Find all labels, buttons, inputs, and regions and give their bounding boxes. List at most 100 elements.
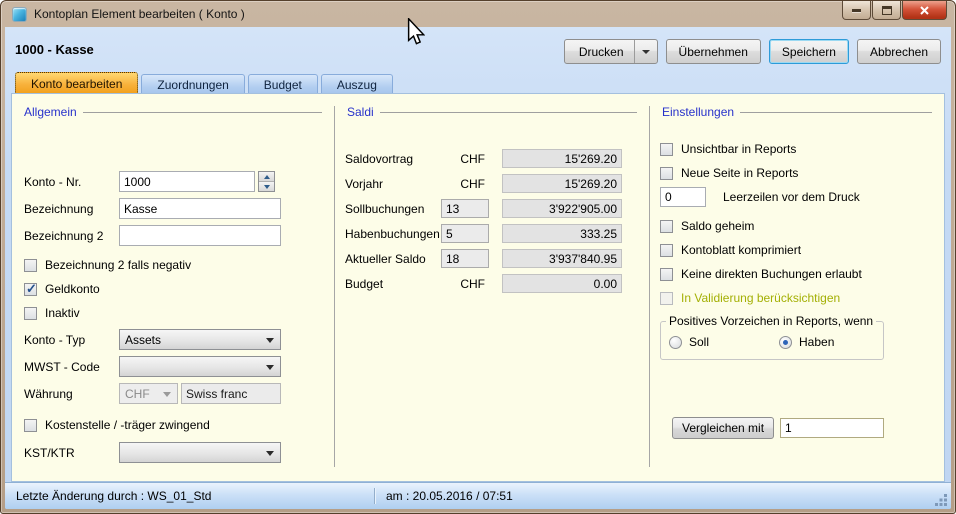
stepper-up-button[interactable] xyxy=(259,172,274,181)
saldi-panel: Saldi Saldovortrag CHF 15'269.20 Vorjahr… xyxy=(335,94,649,481)
habenbuchungen-label: Habenbuchungen xyxy=(345,227,441,241)
einstellungen-group-header: Einstellungen xyxy=(662,105,932,119)
sollbuchungen-value: 3'922'905.00 xyxy=(502,199,622,218)
inaktiv-checkbox[interactable] xyxy=(24,307,37,320)
window-controls xyxy=(842,1,947,20)
kostenstelle-row: Kostenstelle / -träger zwingend xyxy=(24,418,334,432)
neue-seite-checkbox[interactable] xyxy=(660,167,673,180)
bezeichnung2-negativ-checkbox[interactable] xyxy=(24,259,37,272)
vorzeichen-title: Positives Vorzeichen in Reports, wenn xyxy=(666,314,876,328)
bezeichnung2-row: Bezeichnung 2 xyxy=(24,225,334,246)
saldovortrag-value: 15'269.20 xyxy=(502,149,622,168)
window-title: Kontoplan Element bearbeiten ( Konto ) xyxy=(34,7,245,21)
close-button[interactable] xyxy=(902,1,947,20)
saldovortrag-row: Saldovortrag CHF 15'269.20 xyxy=(345,149,635,168)
drucken-button[interactable]: Drucken xyxy=(564,39,658,64)
kst-ktr-label: KST/KTR xyxy=(24,446,119,460)
validierung-row: In Validierung berücksichtigen xyxy=(660,291,944,305)
vergleichen-input[interactable] xyxy=(780,418,884,438)
action-buttons: Drucken Übernehmen Speichern Abbrechen xyxy=(564,39,941,64)
abbrechen-button[interactable]: Abbrechen xyxy=(857,39,941,64)
bezeichnung-label: Bezeichnung xyxy=(24,202,119,216)
konto-nr-input[interactable] xyxy=(119,171,255,192)
mwst-code-select[interactable] xyxy=(119,356,281,377)
soll-radio[interactable] xyxy=(669,336,682,349)
kontoblatt-checkbox[interactable] xyxy=(660,244,673,257)
uebernehmen-button[interactable]: Übernehmen xyxy=(666,39,761,64)
kst-ktr-select[interactable] xyxy=(119,442,281,463)
kontoblatt-row: Kontoblatt komprimiert xyxy=(660,243,944,257)
vergleichen-mit-button[interactable]: Vergleichen mit xyxy=(672,417,774,439)
resize-grip[interactable] xyxy=(935,493,948,506)
tab-bar: Konto bearbeiten Zuordnungen Budget Ausz… xyxy=(15,72,393,95)
leerzeilen-input[interactable] xyxy=(660,187,706,207)
sollbuchungen-row: Sollbuchungen 13 3'922'905.00 xyxy=(345,199,635,218)
vorzeichen-groupbox: Positives Vorzeichen in Reports, wenn So… xyxy=(660,321,884,360)
vorzeichen-options: Soll Haben xyxy=(669,335,883,349)
geldkonto-checkbox[interactable] xyxy=(24,283,37,296)
geldkonto-row: Geldkonto xyxy=(24,282,334,296)
kostenstelle-checkbox[interactable] xyxy=(24,419,37,432)
maximize-button[interactable] xyxy=(872,1,901,20)
aktueller-saldo-count: 18 xyxy=(441,249,489,268)
sollbuchungen-count: 13 xyxy=(441,199,489,218)
tab-budget[interactable]: Budget xyxy=(248,74,318,95)
budget-value: 0.00 xyxy=(502,274,622,293)
budget-label: Budget xyxy=(345,277,441,291)
saldo-geheim-checkbox[interactable] xyxy=(660,220,673,233)
waehrung-name: Swiss franc xyxy=(186,387,247,401)
validierung-checkbox xyxy=(660,292,673,305)
saldovortrag-label: Saldovortrag xyxy=(345,152,441,166)
waehrung-label: Währung xyxy=(24,387,119,401)
saldo-geheim-row: Saldo geheim xyxy=(660,219,944,233)
close-icon xyxy=(920,6,929,15)
einstellungen-panel: Einstellungen Unsichtbar in Reports Neue… xyxy=(650,94,944,481)
vergleichen-row: Vergleichen mit xyxy=(672,417,944,439)
allgemein-group-header: Allgemein xyxy=(24,105,322,119)
konto-typ-label: Konto - Typ xyxy=(24,333,119,347)
habenbuchungen-value: 333.25 xyxy=(502,224,622,243)
soll-option[interactable]: Soll xyxy=(669,335,779,349)
titlebar[interactable]: Kontoplan Element bearbeiten ( Konto ) xyxy=(1,1,955,27)
waehrung-row: Währung CHF Swiss franc xyxy=(24,383,334,404)
unsichtbar-checkbox[interactable] xyxy=(660,143,673,156)
stepper-down-button[interactable] xyxy=(259,181,274,191)
bezeichnung2-label: Bezeichnung 2 xyxy=(24,229,119,243)
konto-typ-select[interactable]: Assets xyxy=(119,329,281,350)
waehrung-code: CHF xyxy=(125,387,150,401)
vorjahr-row: Vorjahr CHF 15'269.20 xyxy=(345,174,635,193)
minimize-button[interactable] xyxy=(842,1,871,20)
konto-nr-row: Konto - Nr. xyxy=(24,171,334,192)
habenbuchungen-row: Habenbuchungen 5 333.25 xyxy=(345,224,635,243)
status-bar: Letzte Änderung durch : WS_01_Std am : 2… xyxy=(5,482,951,509)
bezeichnung-input[interactable] xyxy=(119,198,281,219)
budget-currency: CHF xyxy=(441,277,489,291)
waehrung-name-field: Swiss franc xyxy=(181,383,281,404)
vorjahr-currency: CHF xyxy=(441,177,489,191)
maximize-icon xyxy=(882,6,892,15)
drucken-dropdown[interactable] xyxy=(634,40,657,63)
sollbuchungen-label: Sollbuchungen xyxy=(345,202,441,216)
konto-nr-label: Konto - Nr. xyxy=(24,175,119,189)
kostenstelle-label: Kostenstelle / -träger zwingend xyxy=(45,418,210,432)
bezeichnung2-input[interactable] xyxy=(119,225,281,246)
aktueller-saldo-row: Aktueller Saldo 18 3'937'840.95 xyxy=(345,249,635,268)
unsichtbar-label: Unsichtbar in Reports xyxy=(681,142,796,156)
keine-buchungen-checkbox[interactable] xyxy=(660,268,673,281)
geldkonto-label: Geldkonto xyxy=(45,282,100,296)
haben-radio[interactable] xyxy=(779,336,792,349)
keine-buchungen-row: Keine direkten Buchungen erlaubt xyxy=(660,267,944,281)
tab-auszug[interactable]: Auszug xyxy=(321,74,393,95)
aktueller-saldo-value: 3'937'840.95 xyxy=(502,249,622,268)
unsichtbar-row: Unsichtbar in Reports xyxy=(660,142,944,156)
inaktiv-row: Inaktiv xyxy=(24,306,334,320)
kst-ktr-row: KST/KTR xyxy=(24,442,334,463)
chevron-down-icon xyxy=(642,50,650,54)
tab-konto-bearbeiten[interactable]: Konto bearbeiten xyxy=(15,72,138,95)
kontoblatt-label: Kontoblatt komprimiert xyxy=(681,243,801,257)
speichern-button[interactable]: Speichern xyxy=(769,39,849,64)
haben-option[interactable]: Haben xyxy=(779,335,834,349)
waehrung-select: CHF xyxy=(119,383,178,404)
saldovortrag-currency: CHF xyxy=(441,152,489,166)
tab-zuordnungen[interactable]: Zuordnungen xyxy=(141,74,244,95)
